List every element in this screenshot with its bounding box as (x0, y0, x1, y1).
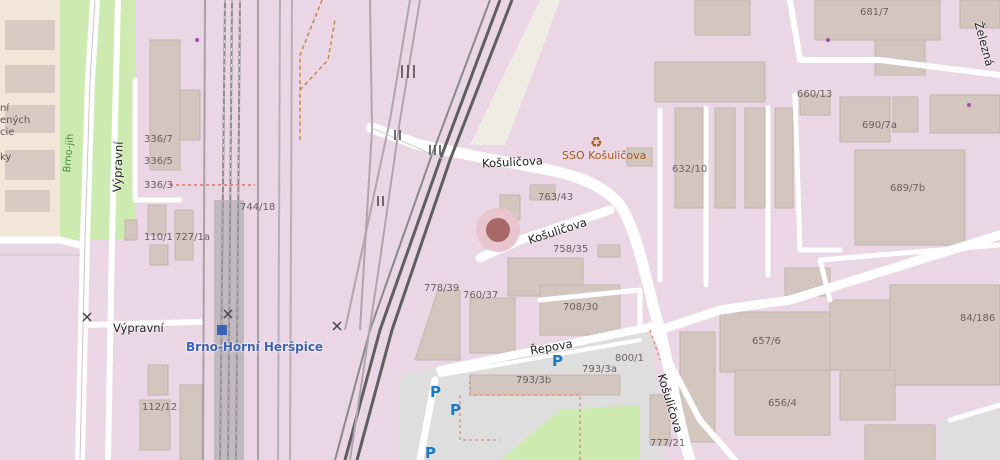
map-layer: ♻ (0, 0, 1000, 460)
building (5, 150, 55, 180)
parking-area-right (940, 410, 1000, 460)
house-number: 793/3b (516, 375, 552, 386)
house-number: 758/35 (553, 244, 589, 255)
house-number: 336/3 (144, 180, 173, 191)
building (5, 190, 50, 212)
parking-icon[interactable]: P (450, 401, 461, 419)
map-canvas[interactable]: ♻ Košuličova Košuličova Košuličova Výpra… (0, 0, 1000, 460)
house-number: 800/1 (615, 353, 644, 364)
house-number: 84/186 (960, 313, 996, 324)
house-number: 727/1a (175, 232, 210, 243)
station-icon[interactable] (217, 325, 227, 335)
edge-text: cie (0, 127, 15, 138)
street-label-vypravni-vertical: Výpravní (110, 141, 126, 193)
house-number: 632/10 (672, 164, 708, 175)
recycling-label[interactable]: SSO Košuličova (562, 149, 646, 162)
house-number: 760/37 (463, 290, 499, 301)
house-number: 763/43 (538, 192, 574, 203)
building (5, 65, 55, 93)
street-label-vypravni: Výpravní (113, 321, 164, 335)
house-number: 660/13 (797, 89, 833, 100)
house-number: 112/12 (142, 402, 178, 413)
building (5, 20, 55, 50)
edge-text: ky (0, 152, 12, 163)
house-number: 690/7a (862, 120, 897, 131)
footpath (299, 0, 336, 140)
parking-icon[interactable]: P (430, 383, 441, 401)
house-number: 336/5 (144, 156, 173, 167)
house-number: 744/18 (240, 202, 276, 213)
parking-icon[interactable]: P (425, 444, 436, 460)
poi-marker[interactable] (486, 218, 510, 242)
station-label[interactable]: Brno-Horní Heršpice (186, 340, 323, 354)
house-number: 110/1 (144, 232, 173, 243)
house-number: 336/7 (144, 134, 173, 145)
house-number: 689/7b (890, 183, 926, 194)
house-number: 777/21 (650, 438, 686, 449)
house-number: 681/7 (860, 7, 889, 18)
house-number: 657/6 (752, 336, 781, 347)
edge-text: ených (0, 115, 31, 126)
house-number: 778/39 (424, 283, 460, 294)
house-number: 708/30 (563, 302, 599, 313)
parking-icon[interactable]: P (552, 352, 563, 370)
house-number: 656/4 (768, 398, 797, 409)
house-number: 793/3a (582, 364, 617, 375)
edge-text: ní (0, 103, 10, 114)
